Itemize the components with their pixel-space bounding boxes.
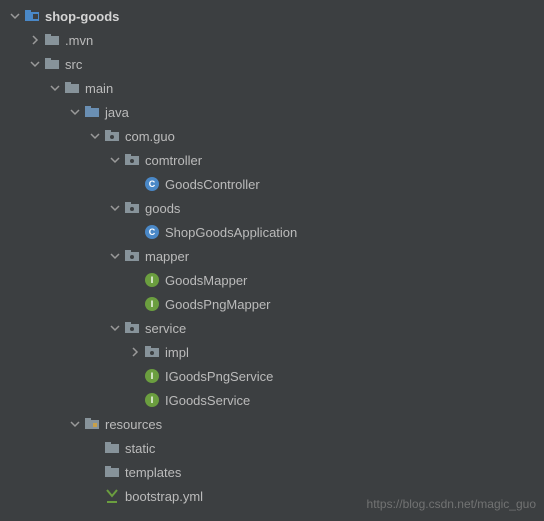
tree-node-goodspngmapper[interactable]: I GoodsPngMapper xyxy=(0,292,544,316)
tree-node-comguo[interactable]: com.guo xyxy=(0,124,544,148)
package-icon xyxy=(124,320,140,336)
folder-icon xyxy=(64,80,80,96)
package-icon xyxy=(124,152,140,168)
spring-boot-icon: C xyxy=(144,224,160,240)
class-icon: C xyxy=(144,176,160,192)
node-label: java xyxy=(105,105,129,120)
tree-node-comtroller[interactable]: comtroller xyxy=(0,148,544,172)
tree-node-goodsmapper[interactable]: I GoodsMapper xyxy=(0,268,544,292)
folder-icon xyxy=(44,32,60,48)
tree-node-src[interactable]: src xyxy=(0,52,544,76)
project-tree: shop-goods .mvn src main java com.guo co… xyxy=(0,0,544,512)
package-icon xyxy=(144,344,160,360)
node-label: shop-goods xyxy=(45,9,119,24)
tree-node-templates[interactable]: templates xyxy=(0,460,544,484)
tree-node-goodscontroller[interactable]: C GoodsController xyxy=(0,172,544,196)
package-icon xyxy=(104,128,120,144)
chevron-right-icon[interactable] xyxy=(28,33,42,47)
tree-node-service[interactable]: service xyxy=(0,316,544,340)
module-folder-icon xyxy=(24,8,40,24)
chevron-down-icon[interactable] xyxy=(108,321,122,335)
node-label: .mvn xyxy=(65,33,93,48)
chevron-down-icon[interactable] xyxy=(8,9,22,23)
package-icon xyxy=(124,248,140,264)
chevron-down-icon[interactable] xyxy=(108,201,122,215)
chevron-down-icon[interactable] xyxy=(48,81,62,95)
node-label: mapper xyxy=(145,249,189,264)
folder-icon xyxy=(104,464,120,480)
tree-node-root[interactable]: shop-goods xyxy=(0,4,544,28)
tree-node-main[interactable]: main xyxy=(0,76,544,100)
interface-icon: I xyxy=(144,392,160,408)
node-label: templates xyxy=(125,465,181,480)
node-label: bootstrap.yml xyxy=(125,489,203,504)
tree-node-igoodsservice[interactable]: I IGoodsService xyxy=(0,388,544,412)
chevron-right-icon[interactable] xyxy=(128,345,142,359)
tree-node-java[interactable]: java xyxy=(0,100,544,124)
sidebar-tab-structure[interactable]: 7: Structure xyxy=(0,444,2,501)
tree-node-static[interactable]: static xyxy=(0,436,544,460)
node-label: static xyxy=(125,441,155,456)
tree-node-goods[interactable]: goods xyxy=(0,196,544,220)
node-label: service xyxy=(145,321,186,336)
tree-node-mapper[interactable]: mapper xyxy=(0,244,544,268)
chevron-down-icon[interactable] xyxy=(68,417,82,431)
resources-folder-icon xyxy=(84,416,100,432)
chevron-down-icon[interactable] xyxy=(108,249,122,263)
folder-icon xyxy=(44,56,60,72)
node-label: ShopGoodsApplication xyxy=(165,225,297,240)
interface-icon: I xyxy=(144,296,160,312)
chevron-down-icon[interactable] xyxy=(108,153,122,167)
tree-node-igoodspngservice[interactable]: I IGoodsPngService xyxy=(0,364,544,388)
interface-icon: I xyxy=(144,272,160,288)
watermark-text: https://blog.csdn.net/magic_guo xyxy=(367,497,536,511)
node-label: IGoodsPngService xyxy=(165,369,273,384)
yml-file-icon xyxy=(104,488,120,504)
tree-node-shopgoodsapp[interactable]: C ShopGoodsApplication xyxy=(0,220,544,244)
tree-node-mvn[interactable]: .mvn xyxy=(0,28,544,52)
node-label: goods xyxy=(145,201,180,216)
node-label: main xyxy=(85,81,113,96)
chevron-down-icon[interactable] xyxy=(28,57,42,71)
node-label: comtroller xyxy=(145,153,202,168)
node-label: IGoodsService xyxy=(165,393,250,408)
interface-icon: I xyxy=(144,368,160,384)
node-label: src xyxy=(65,57,82,72)
folder-icon xyxy=(104,440,120,456)
node-label: impl xyxy=(165,345,189,360)
node-label: GoodsController xyxy=(165,177,260,192)
node-label: GoodsPngMapper xyxy=(165,297,271,312)
source-folder-icon xyxy=(84,104,100,120)
node-label: com.guo xyxy=(125,129,175,144)
tree-node-resources[interactable]: resources xyxy=(0,412,544,436)
node-label: GoodsMapper xyxy=(165,273,247,288)
tree-node-impl[interactable]: impl xyxy=(0,340,544,364)
package-icon xyxy=(124,200,140,216)
chevron-down-icon[interactable] xyxy=(68,105,82,119)
chevron-down-icon[interactable] xyxy=(88,129,102,143)
node-label: resources xyxy=(105,417,162,432)
